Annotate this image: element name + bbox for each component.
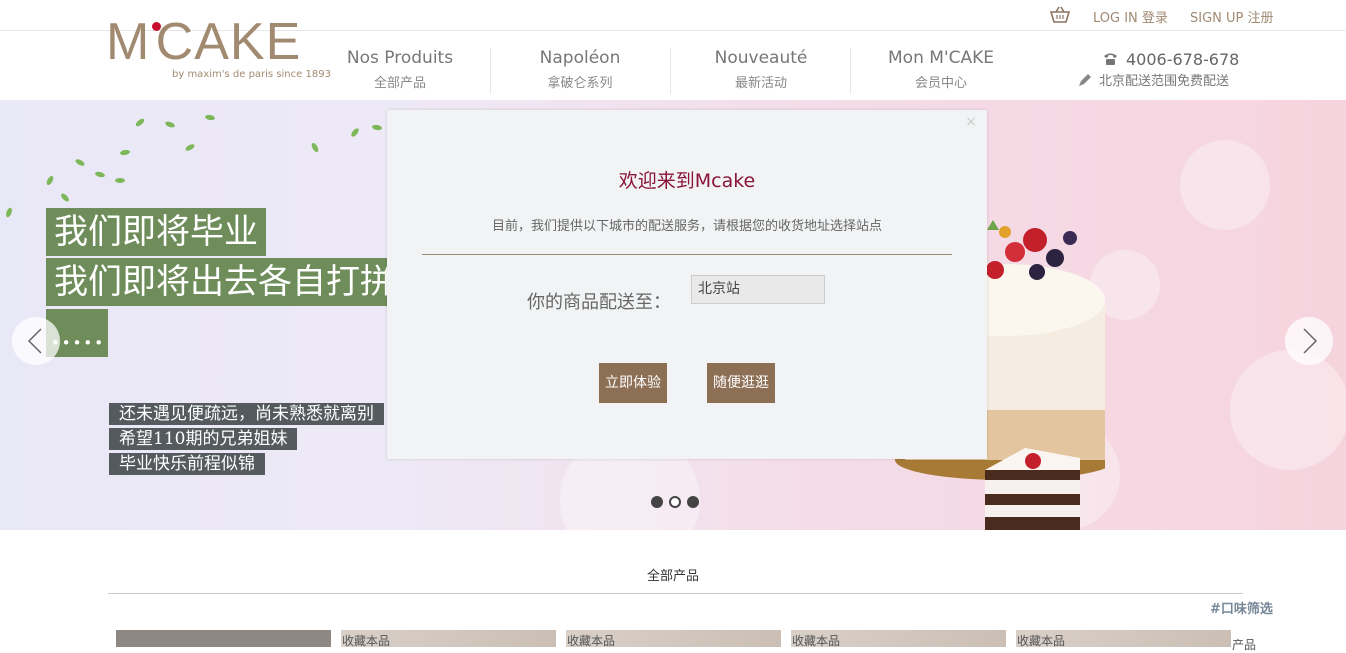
bokeh-bubble xyxy=(1230,350,1346,470)
product-card[interactable] xyxy=(116,630,331,647)
favorite-label[interactable]: 收藏本品 xyxy=(566,634,615,647)
delivery-text: 北京配送范围免费配送 xyxy=(1099,74,1230,89)
leaf xyxy=(45,174,55,187)
slider-dots xyxy=(651,493,705,512)
nav-divider xyxy=(670,48,671,94)
phone-number: 4006-678-678 xyxy=(1126,50,1240,69)
nav-label-cn: 最新活动 xyxy=(734,76,787,91)
chevron-right-icon xyxy=(1303,328,1318,354)
login-link[interactable]: LOG IN 登录 xyxy=(1093,7,1168,26)
leaf xyxy=(310,141,320,154)
dialog-title: 欢迎来到Mcake xyxy=(618,170,756,192)
favorite-label[interactable]: 收藏本品 xyxy=(791,634,840,647)
leaf xyxy=(115,178,125,183)
signup-link[interactable]: SIGN UP 注册 xyxy=(1190,7,1274,26)
nav-item-member[interactable]: Mon M'CAKE 会员中心 xyxy=(876,48,1006,91)
delivery-to-label: 你的商品配送至： xyxy=(527,292,671,313)
nav-item-napoleon[interactable]: Napoléon 拿破仑系列 xyxy=(520,48,640,91)
nav-label-cn: 全部产品 xyxy=(373,76,426,91)
slider-prev-button[interactable] xyxy=(12,317,60,365)
favorite-label[interactable]: 收藏本品 xyxy=(341,634,390,647)
hero-headline-2: 我们即将出去各自打拼 xyxy=(46,258,402,306)
nav-label-cn: 拿破仑系列 xyxy=(547,76,613,91)
nav-label-en: Nos Produits xyxy=(346,48,454,68)
hero-headline-1: 我们即将毕业 xyxy=(46,208,266,256)
shopping-basket-icon[interactable] xyxy=(1050,6,1070,24)
dialog-divider xyxy=(422,254,952,255)
nav-item-products[interactable]: Nos Produits 全部产品 xyxy=(340,48,460,91)
leaf xyxy=(59,192,71,203)
leaf xyxy=(164,120,176,129)
leaf xyxy=(204,114,216,121)
leaf xyxy=(4,206,14,219)
slider-dot[interactable] xyxy=(651,496,663,508)
nav-label-en: Mon M'CAKE xyxy=(888,48,994,68)
leaf xyxy=(349,127,361,138)
product-card[interactable]: 收藏本品 xyxy=(1016,630,1231,647)
mcake-logo[interactable]: M CAKE by maxim's de paris since 1893 xyxy=(106,13,331,80)
pen-icon xyxy=(1079,74,1091,86)
browse-button[interactable]: 随便逛逛 xyxy=(707,363,775,403)
product-card[interactable]: 收藏本品 xyxy=(566,630,781,647)
city-select-dialog: × 欢迎来到Mcake 目前，我们提供以下城市的配送服务，请根据您的收货地址选择… xyxy=(387,110,987,459)
experience-now-button[interactable]: 立即体验 xyxy=(599,363,667,403)
section-title: 全部产品 xyxy=(646,569,699,584)
nav-label-en: Nouveauté xyxy=(714,48,808,68)
hero-subline-1: 还未遇见便疏远，尚未熟悉就离别 xyxy=(109,403,384,425)
product-card[interactable]: 收藏本品 xyxy=(341,630,556,647)
city-select[interactable]: 北京站 xyxy=(691,275,825,304)
leaf xyxy=(119,149,131,156)
close-icon[interactable]: × xyxy=(965,114,977,130)
logo-wordmark: M CAKE xyxy=(106,13,302,71)
delivery-note: 北京配送范围免费配送 xyxy=(1077,70,1229,89)
leaf xyxy=(94,170,106,179)
nav-label-en: Napoléon xyxy=(539,48,621,68)
slider-dot-active[interactable] xyxy=(669,496,681,508)
favorite-label[interactable]: 收藏本品 xyxy=(1016,634,1065,647)
hero-subline-2: 希望110期的兄弟姐妹 xyxy=(109,428,298,450)
nav-divider xyxy=(490,48,491,94)
nav-item-new[interactable]: Nouveauté 最新活动 xyxy=(701,48,821,91)
chevron-left-icon xyxy=(27,328,42,354)
product-edge-text: 产品 xyxy=(1232,638,1257,652)
product-card[interactable]: 收藏本品 xyxy=(791,630,1006,647)
slider-next-button[interactable] xyxy=(1285,317,1333,365)
nav-divider xyxy=(850,48,851,94)
leaf xyxy=(74,157,86,168)
logo-tagline: by maxim's de paris since 1893 xyxy=(172,69,331,80)
telephone-icon xyxy=(1104,53,1117,65)
hero-subline-3: 毕业快乐前程似锦 xyxy=(109,453,265,475)
slider-dot[interactable] xyxy=(687,496,699,508)
flavor-filter-link[interactable]: #口味筛选 xyxy=(1210,598,1273,617)
dialog-description: 目前，我们提供以下城市的配送服务，请根据您的收货地址选择站点 xyxy=(491,219,882,234)
leaf xyxy=(371,124,383,131)
nav-label-cn: 会员中心 xyxy=(914,76,967,91)
logo-dot xyxy=(152,22,161,31)
section-divider xyxy=(108,593,1243,594)
leaf xyxy=(134,117,146,128)
leaf xyxy=(184,142,196,153)
bokeh-bubble xyxy=(1180,140,1270,230)
